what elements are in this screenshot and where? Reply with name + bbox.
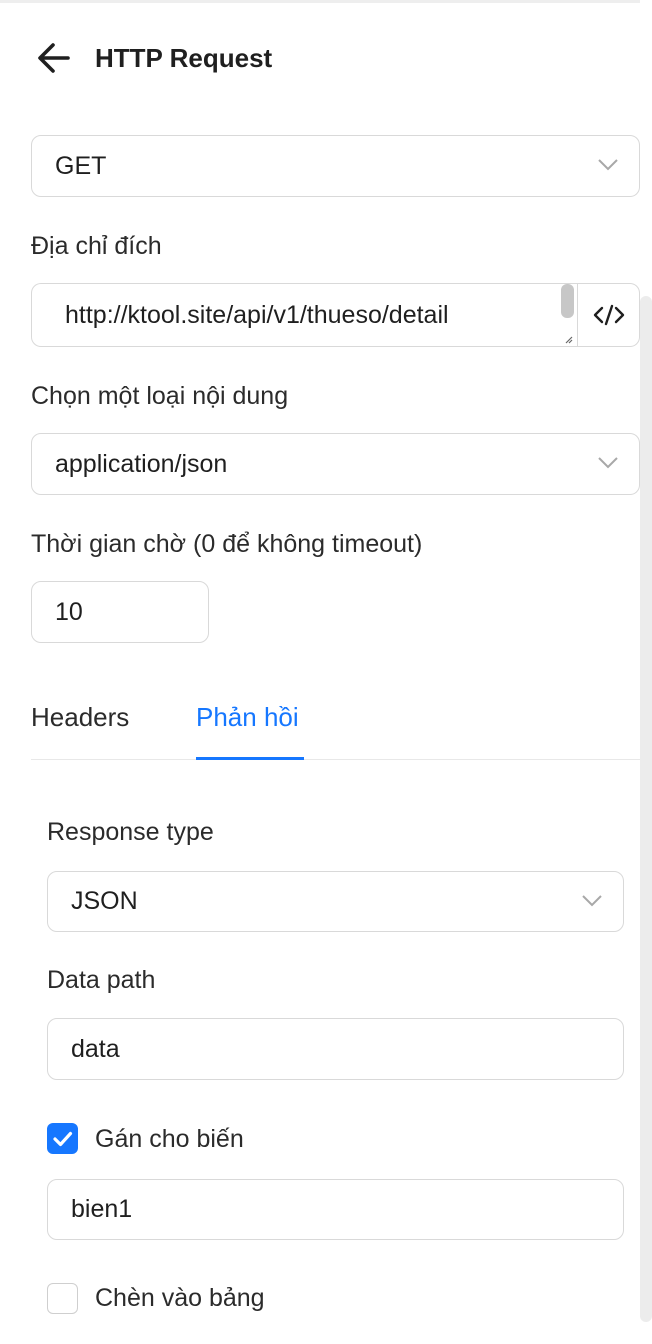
arrow-left-icon[interactable] <box>34 38 74 78</box>
insert-table-checkbox[interactable] <box>47 1283 78 1314</box>
timeout-label: Thời gian chờ (0 để không timeout) <box>31 530 423 558</box>
resize-grip-icon[interactable] <box>563 334 573 344</box>
assign-variable-label[interactable]: Gán cho biến <box>95 1123 244 1155</box>
tabs-divider <box>31 759 640 760</box>
response-type-select[interactable]: JSON <box>47 871 624 932</box>
content-type-select[interactable]: application/json <box>31 433 640 495</box>
timeout-input-value: 10 <box>55 597 83 626</box>
url-input-scrollbar[interactable] <box>561 284 574 318</box>
code-icon <box>593 304 624 326</box>
url-input-value: http://ktool.site/api/v1/thueso/detail <box>65 300 449 329</box>
url-label: Địa chỉ đích <box>31 232 162 260</box>
data-path-input[interactable]: data <box>47 1018 624 1080</box>
method-select[interactable]: GET <box>31 135 640 197</box>
response-type-value: JSON <box>71 887 138 915</box>
active-tab-indicator <box>196 757 304 760</box>
tab-response[interactable]: Phản hồi <box>196 700 299 734</box>
variable-name-input[interactable]: bien1 <box>47 1179 624 1240</box>
code-toggle-button[interactable] <box>577 283 640 347</box>
top-divider <box>0 0 640 3</box>
method-select-value: GET <box>55 151 107 180</box>
data-path-value: data <box>71 1034 120 1063</box>
content-type-value: application/json <box>55 449 228 478</box>
insert-table-label[interactable]: Chèn vào bảng <box>95 1282 265 1314</box>
variable-name-value: bien1 <box>71 1195 133 1223</box>
assign-variable-checkbox[interactable] <box>47 1123 78 1154</box>
panel-scrollbar[interactable] <box>640 296 652 1322</box>
data-path-label: Data path <box>47 966 156 994</box>
content-type-label: Chọn một loại nội dung <box>31 382 289 410</box>
check-icon <box>53 1131 73 1147</box>
url-input[interactable]: http://ktool.site/api/v1/thueso/detail <box>31 283 577 347</box>
chevron-down-icon <box>598 159 618 171</box>
tab-headers[interactable]: Headers <box>31 700 129 734</box>
response-type-label: Response type <box>47 818 214 846</box>
chevron-down-icon <box>582 894 602 906</box>
timeout-input[interactable]: 10 <box>31 581 209 643</box>
page-title: HTTP Request <box>95 43 273 73</box>
chevron-down-icon <box>598 457 618 469</box>
